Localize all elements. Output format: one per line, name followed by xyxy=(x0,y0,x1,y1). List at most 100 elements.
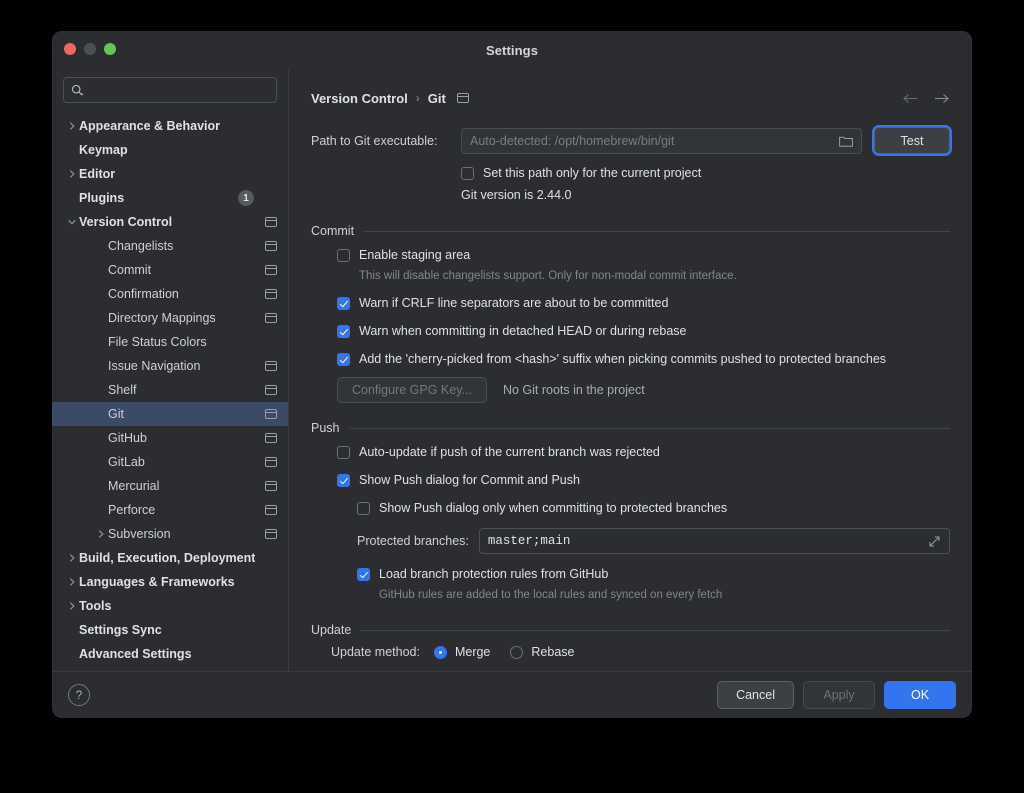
commit-section-header: Commit xyxy=(311,224,950,238)
zoom-button[interactable] xyxy=(104,43,116,55)
rebase-label: Rebase xyxy=(531,645,575,659)
sidebar-item-confirmation[interactable]: Confirmation xyxy=(52,282,288,306)
enable-staging-checkbox[interactable] xyxy=(337,248,350,262)
sidebar-item-mercurial[interactable]: Mercurial xyxy=(52,474,288,498)
minimize-button[interactable] xyxy=(84,43,96,55)
sidebar-item-appearance-behavior[interactable]: Appearance & Behavior xyxy=(52,114,288,138)
enable-staging-label: Enable staging area xyxy=(359,248,471,262)
sidebar-item-shelf[interactable]: Shelf xyxy=(52,378,288,402)
warn-crlf-checkbox[interactable] xyxy=(337,296,350,310)
push-section-title: Push xyxy=(311,421,340,435)
show-push-dialog-row[interactable]: Show Push dialog for Commit and Push xyxy=(337,469,950,491)
merge-radio[interactable] xyxy=(433,645,447,659)
sidebar-item-gitlab[interactable]: GitLab xyxy=(52,450,288,474)
sidebar-item-changelists[interactable]: Changelists xyxy=(52,234,288,258)
set-path-only-label: Set this path only for the current proje… xyxy=(483,166,702,180)
sidebar-item-issue-navigation[interactable]: Issue Navigation xyxy=(52,354,288,378)
breadcrumb-current: Git xyxy=(427,90,446,106)
warn-detached-head-label: Warn when committing in detached HEAD or… xyxy=(359,324,687,338)
sidebar-item-label: Settings Sync xyxy=(79,623,162,637)
sidebar-item-editor[interactable]: Editor xyxy=(52,162,288,186)
ok-button[interactable]: OK xyxy=(884,681,956,709)
protected-branches-row: Protected branches: master;main xyxy=(337,528,950,554)
plugins-update-badge: 1 xyxy=(238,190,254,206)
sidebar-item-tools[interactable]: Tools xyxy=(52,594,288,618)
enable-staging-row[interactable]: Enable staging area xyxy=(337,244,950,266)
chevron-right-icon[interactable] xyxy=(64,169,79,179)
search-input[interactable] xyxy=(89,83,269,97)
sidebar-item-advanced-settings[interactable]: Advanced Settings xyxy=(52,642,288,666)
set-path-only-row[interactable]: Set this path only for the current proje… xyxy=(461,162,950,184)
chevron-right-icon[interactable] xyxy=(64,553,79,563)
sidebar-item-label: Perforce xyxy=(108,503,156,517)
commit-section-title: Commit xyxy=(311,224,355,238)
warn-detached-head-checkbox[interactable] xyxy=(337,324,350,338)
show-push-dialog-label: Show Push dialog for Commit and Push xyxy=(359,473,580,487)
auto-update-checkbox[interactable] xyxy=(337,445,350,459)
help-button[interactable]: ? xyxy=(68,684,90,706)
apply-button[interactable]: Apply xyxy=(803,681,875,709)
sidebar-item-git[interactable]: Git xyxy=(52,402,288,426)
sidebar-item-label: Mercurial xyxy=(108,479,160,493)
footer-buttons: Cancel Apply OK xyxy=(717,681,956,709)
project-scope-icon xyxy=(265,361,277,371)
update-method-merge[interactable]: Merge xyxy=(433,645,490,659)
sidebar-item-github[interactable]: GitHub xyxy=(52,426,288,450)
sidebar-item-build-execution-deployment[interactable]: Build, Execution, Deployment xyxy=(52,546,288,570)
sidebar-item-version-control[interactable]: Version Control xyxy=(52,210,288,234)
show-push-dialog-checkbox[interactable] xyxy=(337,473,350,487)
cancel-button[interactable]: Cancel xyxy=(717,681,794,709)
chevron-down-icon[interactable] xyxy=(64,218,79,226)
breadcrumb-separator: › xyxy=(415,91,420,105)
set-path-only-checkbox[interactable] xyxy=(461,166,474,180)
chevron-right-icon[interactable] xyxy=(64,121,79,131)
sidebar-item-perforce[interactable]: Perforce xyxy=(52,498,288,522)
rebase-radio[interactable] xyxy=(510,645,524,659)
sidebar-item-languages-frameworks[interactable]: Languages & Frameworks xyxy=(52,570,288,594)
git-path-placeholder: Auto-detected: /opt/homebrew/bin/git xyxy=(470,133,675,148)
chevron-right-icon[interactable] xyxy=(64,601,79,611)
auto-update-row[interactable]: Auto-update if push of the current branc… xyxy=(337,441,950,463)
warn-crlf-row[interactable]: Warn if CRLF line separators are about t… xyxy=(337,292,950,314)
load-rules-checkbox[interactable] xyxy=(357,567,370,581)
sidebar-item-file-status-colors[interactable]: File Status Colors xyxy=(52,330,288,354)
test-button[interactable]: Test xyxy=(874,127,950,154)
push-section-body: Auto-update if push of the current branc… xyxy=(311,441,950,605)
sidebar-item-settings-sync[interactable]: Settings Sync xyxy=(52,618,288,642)
sidebar-item-subversion[interactable]: Subversion xyxy=(52,522,288,546)
chevron-right-icon[interactable] xyxy=(64,577,79,587)
chevron-right-icon[interactable] xyxy=(93,529,108,539)
protected-branches-input[interactable]: master;main xyxy=(478,528,950,554)
forward-arrow-icon[interactable] xyxy=(933,92,950,105)
show-push-dialog-protected-row[interactable]: Show Push dialog only when committing to… xyxy=(337,497,950,519)
project-scope-icon xyxy=(265,409,277,419)
sidebar-item-label: Issue Navigation xyxy=(108,359,201,373)
project-scope-icon xyxy=(265,505,277,515)
section-divider xyxy=(348,427,950,429)
project-scope-icon xyxy=(265,481,277,491)
project-scope-icon xyxy=(265,313,277,323)
sidebar-item-label: Changelists xyxy=(108,239,174,253)
configure-gpg-key-button[interactable]: Configure GPG Key... xyxy=(337,377,487,403)
folder-icon[interactable] xyxy=(839,135,853,147)
expand-icon[interactable] xyxy=(928,535,941,548)
cherry-picked-suffix-checkbox[interactable] xyxy=(337,352,350,366)
warn-detached-head-row[interactable]: Warn when committing in detached HEAD or… xyxy=(337,320,950,342)
sidebar-item-directory-mappings[interactable]: Directory Mappings xyxy=(52,306,288,330)
breadcrumb-parent[interactable]: Version Control xyxy=(311,91,408,106)
sidebar-item-commit[interactable]: Commit xyxy=(52,258,288,282)
show-push-dialog-protected-checkbox[interactable] xyxy=(357,501,370,515)
sidebar-item-keymap[interactable]: Keymap xyxy=(52,138,288,162)
back-arrow-icon[interactable] xyxy=(902,92,919,105)
gpg-note: No Git roots in the project xyxy=(502,383,645,397)
git-path-input[interactable]: Auto-detected: /opt/homebrew/bin/git xyxy=(461,127,862,154)
close-button[interactable] xyxy=(64,43,76,55)
sidebar-item-label: Advanced Settings xyxy=(79,647,192,661)
load-rules-row[interactable]: Load branch protection rules from GitHub xyxy=(337,563,950,585)
cherry-picked-suffix-row[interactable]: Add the 'cherry-picked from <hash>' suff… xyxy=(337,348,950,370)
update-method-rebase[interactable]: Rebase xyxy=(510,645,574,659)
sidebar-item-plugins[interactable]: Plugins 1 xyxy=(52,186,288,210)
enable-staging-hint-row: This will disable changelists support. O… xyxy=(337,266,950,286)
search-box[interactable] xyxy=(63,77,277,103)
sidebar-item-mybatisx[interactable]: MybatisX xyxy=(52,666,288,671)
